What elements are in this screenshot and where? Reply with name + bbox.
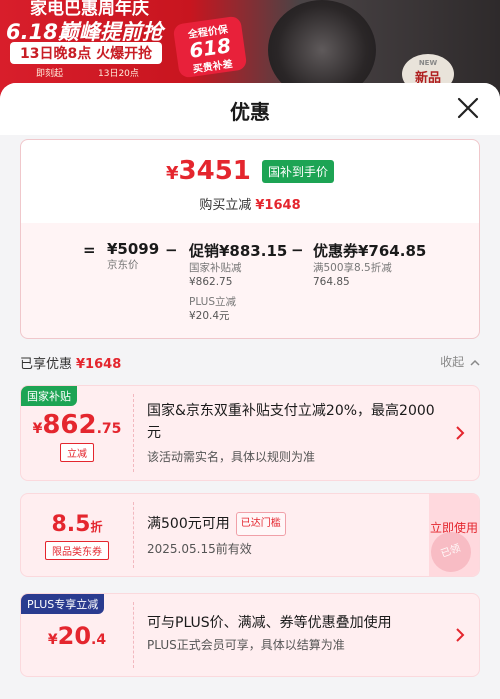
dashed-divider (133, 602, 134, 668)
minus-sign: − (291, 241, 304, 259)
amount-dec: .4 (91, 632, 107, 648)
instant-discount-row: 购买立减 ¥1648 (21, 194, 479, 213)
currency-symbol: ¥ (165, 163, 179, 184)
enjoyed-label: 已享优惠 (20, 357, 73, 372)
discount-amount-block: ¥862.75 立减 (21, 386, 133, 480)
subsidy-card[interactable]: 国家补贴 ¥862.75 立减 国家&京东双重补贴支付立减20%，最高2000元… (20, 385, 480, 481)
card-line1: 可与PLUS价、满减、券等优惠叠加使用 (147, 615, 392, 631)
promo-sub1-label: 国家补贴减 (189, 262, 242, 274)
promo-time: 13日20点 (98, 69, 139, 79)
breakdown-jd-price: ¥5099 京东价 (107, 240, 159, 272)
threshold-met-tag: 已达门槛 (235, 512, 286, 536)
discount-rate: 8.5 (51, 512, 91, 537)
amount-dec: .75 (96, 421, 122, 437)
promo-sub2-value: ¥20.4元 (189, 310, 230, 322)
discount-type-tag: 立减 (60, 443, 94, 462)
enjoyed-discount-header: 已享优惠 ¥1648 收起 (20, 353, 480, 373)
discount-sheet: 优惠 ¥3451 国补到手价 购买立减 ¥1648 = ¥5099 京东价 − 促… (0, 83, 500, 699)
card-description: 可与PLUS价、满减、券等优惠叠加使用 PLUS正式会员可享，具体以结算为准 (147, 612, 443, 654)
minus-sign: − (165, 241, 178, 259)
sheet-header: 优惠 (0, 83, 500, 135)
final-price: ¥3451 (166, 156, 251, 186)
breakdown-promo: 促销¥883.15 国家补贴减 ¥862.75 PLUS立减 ¥20.4元 (189, 240, 287, 323)
chevron-right-icon[interactable] (455, 626, 465, 648)
coupon-sub1-label: 满500享8.5折减 (313, 262, 392, 274)
promo-sub2-label: PLUS立减 (189, 296, 237, 308)
card-line2: 该活动需实名，具体以规则为准 (147, 450, 316, 464)
coupon-category-tag: 限品类东券 (45, 541, 109, 560)
breakdown-coupon: 优惠券¥764.85 满500享8.5折减 764.85 (313, 240, 426, 289)
card-line1: 满500元可用 已达门槛 (147, 512, 443, 536)
currency-symbol: ¥ (47, 632, 58, 648)
promo-start: 即刻起 (36, 69, 64, 79)
coupon-discount: 8.5折 (21, 512, 133, 537)
card-description: 国家&京东双重补贴支付立减20%，最高2000元 该活动需实名，具体以规则为准 (147, 400, 443, 466)
amount-int: 862 (42, 410, 97, 440)
price-type-tag: 国补到手价 (261, 159, 334, 183)
amount-int: 20 (57, 622, 92, 650)
instant-amount: ¥1648 (255, 198, 301, 213)
enjoyed-amount: ¥1648 (76, 357, 122, 372)
coupon-threshold: 满500元可用 (147, 516, 230, 532)
promo-value: 促销¥883.15 (189, 242, 288, 260)
instant-label: 购买立减 (199, 198, 252, 213)
dashed-divider (133, 394, 134, 472)
breakdown-eq: = (83, 240, 96, 259)
coupon-card[interactable]: 8.5折 限品类东券 满500元可用 已达门槛 2025.05.15前有效 立即使… (20, 493, 480, 577)
discount-amount-block: ¥20.4 (21, 594, 133, 676)
coupon-value: 优惠券¥764.85 (313, 242, 427, 260)
promo-sub1-value: ¥862.75 (189, 276, 233, 288)
sheet-title: 优惠 (230, 100, 270, 124)
jd-price-label: 京东价 (107, 259, 139, 271)
discount-unit: 折 (90, 520, 103, 534)
discount-amount-block: 8.5折 限品类东券 (21, 494, 133, 576)
coupon-expiry: 2025.05.15前有效 (147, 542, 252, 556)
coupon-sub1-value: 764.85 (313, 276, 350, 288)
collapse-button[interactable]: 收起 (440, 353, 480, 370)
card-line1: 国家&京东双重补贴支付立减20%，最高2000元 (147, 403, 435, 441)
final-price-value: 3451 (178, 156, 251, 186)
promo-subline: 13日晚8点 火爆开抢 (10, 42, 163, 64)
price-summary-card: ¥3451 国补到手价 购买立减 ¥1648 = ¥5099 京东价 − 促销¥8… (20, 139, 480, 339)
chevron-right-icon[interactable] (455, 424, 465, 446)
discount-amount: ¥862.75 (21, 410, 133, 440)
breakdown-minus1: − (165, 240, 178, 259)
new-badge-top: NEW (418, 59, 438, 67)
card-line2: PLUS正式会员可享，具体以结算为准 (147, 638, 345, 652)
discount-amount: ¥20.4 (21, 622, 133, 650)
equals-sign: = (83, 241, 96, 259)
dashed-divider (133, 502, 134, 568)
jd-price: ¥5099 (107, 240, 160, 258)
price-guarantee-badge: 全程价保 618 买贵补差 (172, 15, 248, 79)
close-icon[interactable] (456, 96, 480, 120)
final-price-row: ¥3451 国补到手价 (21, 156, 479, 186)
breakdown-minus2: − (291, 240, 304, 259)
collapse-label: 收起 (440, 355, 465, 369)
chevron-up-icon (470, 359, 480, 366)
plus-card[interactable]: PLUS专享立减 ¥20.4 可与PLUS价、满减、券等优惠叠加使用 PLUS正… (20, 593, 480, 677)
card-description: 满500元可用 已达门槛 2025.05.15前有效 (147, 512, 443, 558)
currency-symbol: ¥ (32, 421, 43, 437)
